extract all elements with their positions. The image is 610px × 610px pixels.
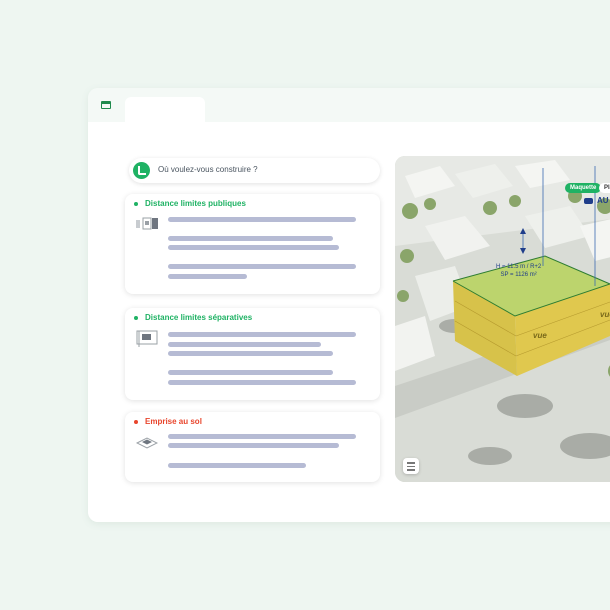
height-annotation: H = 11.5 m / R+2 SP = 1126 m² [496, 263, 541, 279]
building-section-icon [136, 217, 158, 230]
location-icon [133, 162, 150, 179]
car-icon [584, 198, 593, 204]
text-placeholder-bar [168, 332, 356, 337]
rule-card-separative-distance[interactable]: Distance limites séparatives [125, 308, 380, 400]
vue-label-2: vue [600, 310, 610, 319]
main-content: Où voulez-vous construire ? Distance lim… [88, 122, 610, 522]
card-title: Distance limites publiques [134, 199, 246, 208]
plan-toggle[interactable]: Plan [599, 183, 610, 193]
boundary-plan-icon [136, 330, 158, 347]
surface-value: SP = 1126 m² [500, 272, 537, 278]
menu-icon[interactable] [403, 458, 419, 474]
card-title-label: Distance limites séparatives [145, 313, 253, 322]
status-dot [134, 315, 138, 320]
3d-city-model [395, 156, 610, 482]
vue-label-1: vue [533, 331, 547, 340]
ground-coverage-icon [136, 437, 158, 449]
browser-tab[interactable] [125, 97, 205, 123]
text-placeholder-bar [168, 236, 333, 241]
text-placeholder-bar [168, 370, 333, 375]
search-input[interactable]: Où voulez-vous construire ? [158, 165, 258, 174]
card-title-label: Emprise au sol [145, 417, 202, 426]
text-placeholder-bar [168, 434, 356, 439]
text-placeholder-bar [168, 245, 339, 250]
text-placeholder-bar [168, 217, 356, 222]
window-icon [101, 101, 111, 109]
maquette-toggle[interactable]: Maquette [565, 183, 602, 193]
text-placeholder-bar [168, 351, 333, 356]
text-placeholder-bar [168, 443, 339, 448]
text-placeholder-bar [168, 380, 356, 385]
text-placeholder-bar [168, 264, 356, 269]
rule-card-public-distance[interactable]: Distance limites publiques [125, 194, 380, 294]
card-title: Distance limites séparatives [134, 313, 252, 322]
text-placeholder-bar [168, 463, 306, 468]
zone-label: AU [597, 196, 609, 205]
3d-map-view[interactable]: H = 11.5 m / R+2 H = 11.5 m / R+2 SP = 1… [395, 156, 610, 482]
title-bar [88, 88, 610, 123]
rule-card-ground-coverage[interactable]: Emprise au sol [125, 412, 380, 482]
card-title-label: Distance limites publiques [145, 199, 246, 208]
app-window: Où voulez-vous construire ? Distance lim… [88, 88, 610, 522]
status-dot [134, 201, 138, 206]
card-title: Emprise au sol [134, 417, 202, 426]
status-dot [134, 419, 138, 424]
text-placeholder-bar [168, 274, 247, 279]
height-value: H = 11.5 m / R+2 [496, 264, 542, 270]
text-placeholder-bar [168, 342, 321, 347]
address-search[interactable]: Où voulez-vous construire ? [129, 158, 380, 183]
